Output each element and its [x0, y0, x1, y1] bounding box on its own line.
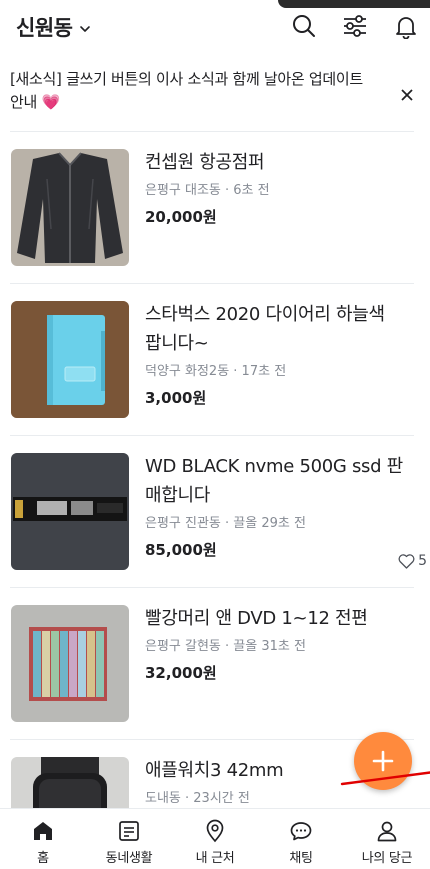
nav-home[interactable]: 홈 — [0, 809, 86, 869]
like-count-value: 5 — [418, 553, 427, 569]
home-icon — [34, 822, 52, 840]
list-item[interactable]: 빨강머리 앤 DVD 1~12 전편 은평구 갈현동 · 끌올 31초 전 32… — [10, 588, 414, 740]
nav-my-carrot[interactable]: 나의 당근 — [344, 809, 430, 869]
item-meta: 은평구 진관동 · 끌올 29초 전 — [145, 516, 306, 531]
nav-chat[interactable]: 채팅 — [258, 809, 344, 869]
like-count: 5 — [398, 553, 427, 569]
nav-label: 홈 — [37, 851, 49, 866]
item-title: 스타벅스 2020 다이어리 하늘색 팝니다~ — [145, 304, 385, 354]
list-item[interactable]: 컨셉원 항공점퍼 은평구 대조동 · 6초 전 20,000원 — [10, 132, 414, 284]
chat-icon — [290, 822, 312, 841]
list-item[interactable]: 스타벅스 2020 다이어리 하늘색 팝니다~ 덕양구 화정2동 · 17초 전… — [10, 284, 414, 436]
item-title: 컨셉원 항공점퍼 — [145, 152, 265, 173]
red-annotation-stroke — [340, 771, 430, 786]
heart-icon — [398, 553, 415, 569]
nav-label: 동네생활 — [105, 851, 153, 866]
item-meta: 은평구 갈현동 · 끌올 31초 전 — [145, 639, 306, 654]
search-icon[interactable] — [291, 13, 317, 39]
document-icon — [119, 821, 139, 841]
bell-icon[interactable] — [393, 13, 419, 39]
item-price: 3,000원 — [145, 389, 207, 407]
item-title: 빨강머리 앤 DVD 1~12 전편 — [145, 608, 368, 629]
bottom-navigation: 홈 동네생활 내 근처 채팅 나의 당근 — [0, 808, 430, 869]
list-item[interactable]: WD BLACK nvme 500G ssd 판매합니다 은평구 진관동 · 끌… — [10, 436, 427, 588]
filter-icon[interactable] — [342, 13, 368, 39]
nav-label: 내 근처 — [195, 851, 235, 866]
location-pin-icon — [206, 819, 224, 843]
product-thumbnail — [11, 453, 129, 570]
nav-label: 나의 당근 — [361, 851, 413, 866]
person-icon — [377, 821, 397, 842]
item-meta: 덕양구 화정2동 · 17초 전 — [145, 364, 287, 379]
notice-banner[interactable]: [새소식] 글쓰기 버튼의 이사 소식과 함께 날아온 업데이트 안내 💗 — [10, 68, 414, 132]
item-meta: 은평구 대조동 · 6초 전 — [145, 183, 270, 198]
chevron-down-icon — [80, 25, 91, 32]
product-thumbnail — [11, 301, 129, 418]
location-selector[interactable]: 신원동 — [16, 12, 92, 42]
item-meta: 도내동 · 23시간 전 — [145, 791, 250, 806]
item-price: 20,000원 — [145, 208, 217, 226]
nav-community[interactable]: 동네생활 — [86, 809, 172, 869]
item-price: 32,000원 — [145, 664, 217, 682]
close-icon[interactable] — [400, 88, 414, 102]
app-header: 신원동 — [0, 0, 430, 56]
product-thumbnail — [11, 605, 129, 722]
location-label: 신원동 — [16, 16, 73, 40]
nav-label: 채팅 — [289, 851, 313, 866]
item-price: 85,000원 — [145, 541, 217, 559]
item-title: WD BLACK nvme 500G ssd 판매합니다 — [145, 456, 403, 506]
notice-text: [새소식] 글쓰기 버튼의 이사 소식과 함께 날아온 업데이트 안내 💗 — [10, 70, 363, 111]
product-thumbnail — [11, 149, 129, 266]
nav-nearby[interactable]: 내 근처 — [172, 809, 258, 869]
